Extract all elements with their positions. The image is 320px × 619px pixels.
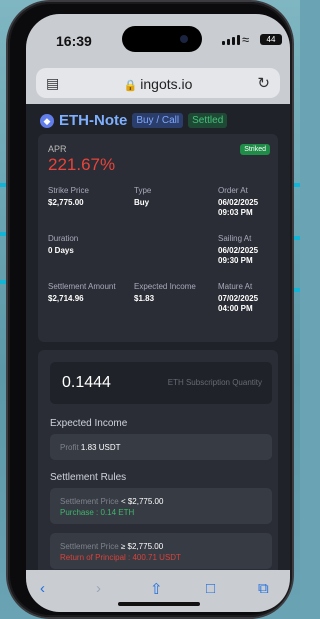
forward-icon[interactable]: › bbox=[96, 580, 101, 597]
apr-label: APR bbox=[48, 144, 67, 154]
type-badge: Buy / Call bbox=[132, 113, 184, 128]
quantity-box: 0.1444 ETH Subscription Quantity bbox=[50, 362, 272, 404]
rule-2-outcome: Return of Principal : 400.71 USDT bbox=[60, 553, 181, 562]
address-field[interactable]: ▤ 🔒 ingots.io ↻ bbox=[36, 68, 280, 98]
page-header: ◆ ETH-Note Buy / Call Settled bbox=[40, 112, 228, 129]
home-indicator bbox=[118, 602, 200, 606]
status-bar: 16:39 ≈ 44 bbox=[26, 14, 290, 62]
bookmarks-icon[interactable]: □ bbox=[206, 580, 215, 597]
lock-icon: 🔒 bbox=[123, 80, 138, 92]
page-title: ETH-Note bbox=[59, 112, 128, 129]
settlement-rule-2: Settlement Price ≥ $2,775.00 Return of P… bbox=[50, 533, 272, 569]
field-expected-income: Expected Income $1.83 bbox=[134, 282, 196, 303]
field-type: Type Buy bbox=[134, 186, 152, 207]
url-text: ingots.io bbox=[140, 76, 193, 92]
status-badge: Settled bbox=[188, 113, 228, 128]
field-mature-at: Mature At 07/02/2025 04:00 PM bbox=[218, 282, 259, 313]
quantity-label: ETH Subscription Quantity bbox=[167, 378, 262, 387]
field-duration: Duration 0 Days bbox=[48, 234, 79, 255]
signal-icon bbox=[222, 35, 240, 45]
field-order-at: Order At 06/02/2025 09:03 PM bbox=[218, 186, 259, 217]
back-icon[interactable]: ‹ bbox=[40, 580, 45, 597]
rule-1-outcome: Purchase : 0.14 ETH bbox=[60, 508, 135, 517]
tabs-icon[interactable]: ⧉ bbox=[258, 580, 269, 597]
dynamic-island bbox=[122, 26, 202, 52]
phone-frame: 16:39 ≈ 44 ▤ 🔒 ingots.io ↻ ◆ ETH-Note Buy… bbox=[8, 2, 292, 617]
browser-toolbar: ‹ › ⇧ □ ⧉ bbox=[26, 570, 290, 612]
apr-value: 221.67% bbox=[48, 155, 116, 174]
settlement-rules-title: Settlement Rules bbox=[50, 472, 127, 483]
field-strike-price: Strike Price $2,775.00 bbox=[48, 186, 89, 207]
share-icon[interactable]: ⇧ bbox=[150, 580, 163, 598]
striked-badge: Striked bbox=[240, 144, 270, 155]
battery-icon: 44 bbox=[260, 34, 282, 45]
ethereum-icon: ◆ bbox=[40, 113, 54, 128]
field-settlement-amount: Settlement Amount $2,714.96 bbox=[48, 282, 116, 303]
status-time: 16:39 bbox=[56, 33, 92, 49]
profit-label: Profit bbox=[60, 443, 79, 452]
profit-box: Profit 1.83 USDT bbox=[50, 434, 272, 460]
quantity-value: 0.1444 bbox=[62, 374, 111, 391]
url-bar: ▤ 🔒 ingots.io ↻ bbox=[26, 62, 290, 104]
page-content: ◆ ETH-Note Buy / Call Settled APR 221.67… bbox=[26, 104, 290, 590]
wifi-icon: ≈ bbox=[242, 32, 250, 47]
subscription-card: 0.1444 ETH Subscription Quantity Expecte… bbox=[38, 350, 278, 590]
screen: 16:39 ≈ 44 ▤ 🔒 ingots.io ↻ ◆ ETH-Note Buy… bbox=[26, 14, 290, 612]
order-summary-card: APR 221.67% Striked Strike Price $2,775.… bbox=[38, 134, 278, 342]
reload-icon[interactable]: ↻ bbox=[257, 74, 270, 92]
profit-value: 1.83 USDT bbox=[80, 443, 121, 452]
field-sailing-at: Sailing At 06/02/2025 09:30 PM bbox=[218, 234, 259, 265]
settlement-rule-1: Settlement Price < $2,775.00 Purchase : … bbox=[50, 488, 272, 524]
expected-income-title: Expected Income bbox=[50, 418, 128, 429]
